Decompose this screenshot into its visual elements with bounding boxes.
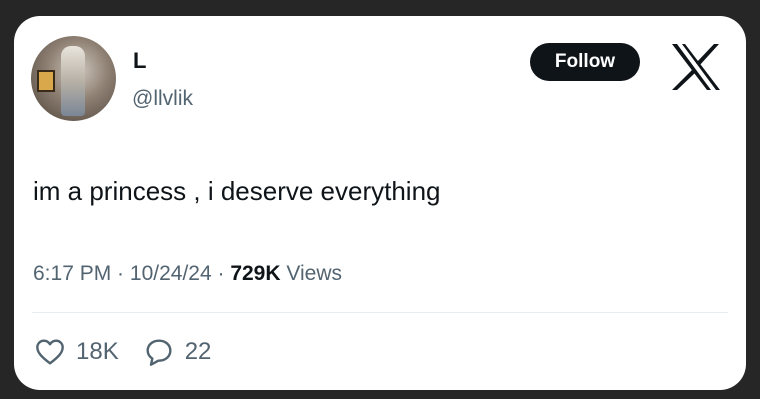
meta-separator: · xyxy=(211,262,231,285)
speech-bubble-icon xyxy=(146,339,172,366)
meta-separator: · xyxy=(111,262,130,285)
like-button[interactable]: 18K xyxy=(34,336,119,368)
follow-button[interactable]: Follow xyxy=(530,43,640,81)
tweet-time[interactable]: 6:17 PM xyxy=(33,262,111,285)
avatar-frame-detail xyxy=(37,70,55,92)
reply-button[interactable]: 22 xyxy=(143,336,212,368)
tweet-text: im a princess , i deserve everything xyxy=(33,176,441,206)
like-count: 18K xyxy=(76,338,119,365)
user-handle[interactable]: @llvlik xyxy=(132,86,193,112)
display-name[interactable]: L xyxy=(133,48,146,74)
x-logo-icon[interactable] xyxy=(670,42,722,92)
tweet-date[interactable]: 10/24/24 xyxy=(130,262,212,285)
tweet-meta: 6:17 PM · 10/24/24 · 729K Views xyxy=(33,260,342,288)
heart-icon xyxy=(36,339,64,365)
views-label: Views xyxy=(286,262,342,285)
avatar[interactable] xyxy=(31,36,116,121)
views-count: 729K xyxy=(230,262,281,285)
action-bar: 18K 22 xyxy=(34,334,235,370)
reply-count: 22 xyxy=(184,338,212,365)
tweet-card: L @llvlik Follow im a princess , i deser… xyxy=(14,16,746,390)
divider xyxy=(32,312,728,313)
avatar-figure-detail xyxy=(61,46,85,116)
